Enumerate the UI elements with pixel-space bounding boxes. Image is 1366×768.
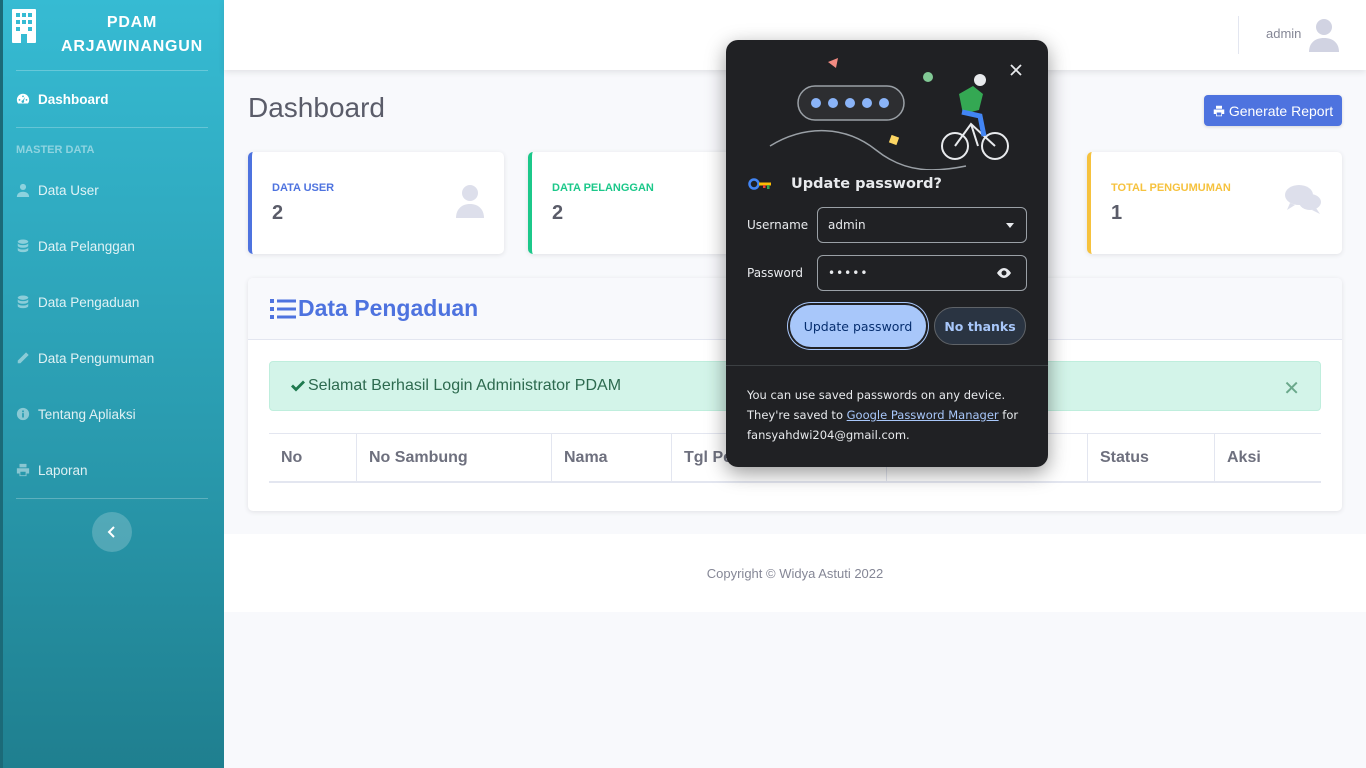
pencil-icon [17,352,29,364]
sidebar-item-data-pengaduan[interactable]: Data Pengaduan [0,274,224,330]
print-icon [1213,105,1225,116]
print-icon [16,463,30,477]
username-value: admin [828,218,866,232]
eye-icon[interactable] [996,267,1012,279]
list-icon [270,298,296,319]
card-value: 2 [272,202,284,224]
popup-footer: You can use saved passwords on any devic… [747,385,1031,445]
sidebar-toggle-button[interactable] [92,512,132,552]
sidebar-heading: MASTER DATA [16,144,95,156]
sidebar-item-label: Data User [38,182,99,198]
sidebar-item-tentang-aplikasi[interactable]: Tentang Apliaksi [0,386,224,442]
avatar[interactable] [1308,18,1340,52]
password-value: ••••• [828,266,869,280]
brand-name: PDAM ARJAWINANGUN [52,11,212,59]
user-name[interactable]: admin [1266,26,1301,41]
brand-line-2: ARJAWINANGUN [60,38,204,55]
update-password-button[interactable]: Update password [790,305,926,347]
user-icon [456,185,484,218]
panel-title: Data Pengaduan [298,295,479,321]
copyright-text: Copyright © Widya Astuti 2022 [706,565,884,581]
sidebar-item-dashboard[interactable]: Dashboard [0,71,224,127]
sidebar-item-laporan[interactable]: Laporan [0,442,224,498]
comments-icon [1285,185,1321,214]
alert-message: Selamat Berhasil Login Administrator PDA… [308,377,622,394]
chevron-down-icon [1006,223,1014,228]
password-illustration [769,58,1009,170]
password-manager-link[interactable]: Google Password Manager [847,408,999,422]
sidebar-item-data-pelanggan[interactable]: Data Pelanggan [0,218,224,274]
table-header-cell[interactable]: Status [1088,434,1215,482]
close-icon[interactable]: ✕ [1283,376,1300,401]
sidebar-item-data-user[interactable]: Data User [0,162,224,218]
close-icon[interactable] [1008,62,1024,78]
popup-divider [726,365,1048,366]
sidebar-item-label: Data Pengaduan [38,294,140,310]
sidebar-item-data-pengumuman[interactable]: Data Pengumuman [0,330,224,386]
sidebar-item-label: Dashboard [38,91,109,107]
card-value: 1 [1111,202,1123,224]
user-icon [16,183,30,197]
building-icon [12,9,36,43]
username-label: Username [747,218,809,232]
info-icon [16,407,30,421]
sidebar-item-label: Laporan [38,462,88,478]
page-title: Dashboard [248,92,385,123]
brand[interactable]: PDAM ARJAWINANGUN [0,0,224,70]
card-data-user: DATA USER 2 [248,152,504,254]
key-icon [748,178,771,190]
database-icon [17,239,29,253]
table-header-cell[interactable]: Aksi [1215,434,1321,482]
generate-report-label: Generate Report [1228,102,1334,119]
sidebar-item-label: Data Pelanggan [38,238,135,254]
card-label: DATA PELANGGAN [552,182,654,194]
card-value: 2 [552,202,564,224]
popup-title: Update password? [791,176,942,192]
tachometer-icon [16,93,30,104]
check-icon [291,380,305,392]
table-header-cell[interactable]: No [269,434,357,482]
topbar-divider [1238,16,1239,54]
sidebar-item-label: Data Pengumuman [38,350,155,366]
password-field[interactable]: ••••• [817,255,1027,291]
card-label: TOTAL PENGUMUMAN [1111,182,1231,194]
sidebar: PDAM ARJAWINANGUN Dashboard MASTER DATA … [0,0,224,768]
no-thanks-button[interactable]: No thanks [934,307,1026,345]
username-select[interactable]: admin [817,207,1027,243]
chevron-left-icon [107,526,115,538]
table-header-cell[interactable]: No Sambung [357,434,552,482]
generate-report-button[interactable]: Generate Report [1204,95,1342,126]
password-manager-popup: Update password? Username admin Password… [726,40,1048,467]
table-header-cell[interactable]: Nama [552,434,672,482]
popup-title-row: Update password? [748,176,942,192]
card-label: DATA USER [272,182,335,194]
card-data-pelanggan: DATA PELANGGAN 2 [528,152,748,254]
footer: Copyright © Widya Astuti 2022 [224,534,1366,612]
password-label: Password [747,266,804,280]
database-icon [17,295,29,309]
sidebar-divider [16,498,208,499]
card-total-pengumuman: TOTAL PENGUMUMAN 1 [1087,152,1342,254]
brand-line-1: PDAM [106,14,158,31]
sidebar-item-label: Tentang Apliaksi [38,406,136,422]
